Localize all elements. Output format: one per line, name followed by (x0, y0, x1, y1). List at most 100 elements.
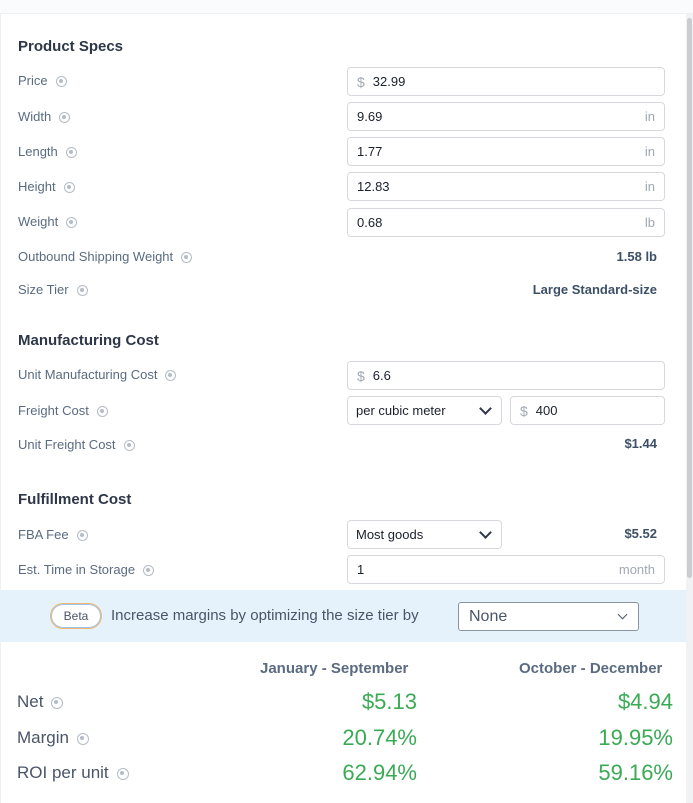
weight-label-text: Weight (18, 214, 59, 229)
unit-freight-cost-label: Unit Freight Cost (18, 437, 135, 452)
length-unit: in (644, 144, 655, 159)
help-icon[interactable] (76, 530, 88, 541)
fba-fee-value: $5.52 (624, 526, 657, 541)
roi-value-oct-dec: 59.16% (598, 760, 673, 785)
top-strip (0, 0, 693, 14)
height-value: 12.83 (357, 179, 390, 194)
margin-value-jan-sep: 20.74% (342, 725, 417, 750)
fba-fee-label-text: FBA Fee (18, 527, 69, 542)
roi-value-jan-sep: 62.94% (342, 760, 417, 785)
net-label-text: Net (17, 692, 44, 711)
help-icon[interactable] (51, 697, 64, 709)
net-value-jan-sep: $5.13 (361, 689, 417, 714)
margin-label: Margin (17, 728, 89, 748)
help-icon[interactable] (76, 285, 88, 296)
unit-manufacturing-cost-input[interactable]: $ 6.6 (347, 361, 665, 390)
height-label: Height (18, 179, 75, 194)
outbound-shipping-weight-text: Outbound Shipping Weight (18, 249, 174, 264)
width-unit: in (644, 109, 655, 124)
size-tier-label: Size Tier (18, 282, 88, 297)
width-value: 9.69 (357, 109, 383, 124)
length-label-text: Length (18, 144, 58, 159)
freight-basis-select[interactable]: per cubic meter (347, 396, 502, 425)
optimizer-selected: None (469, 607, 508, 625)
chevron-down-icon (617, 609, 628, 620)
help-icon[interactable] (181, 252, 193, 263)
optimizer-select[interactable]: None (458, 602, 639, 631)
freight-cost-label: Freight Cost (18, 403, 108, 418)
storage-time-input[interactable]: 1 month (347, 555, 665, 584)
roi-label-text: ROI per unit (17, 763, 109, 782)
margin-value-oct-dec: 19.95% (598, 725, 673, 750)
unit-freight-cost-text: Unit Freight Cost (18, 437, 116, 452)
freight-basis-value: per cubic meter (356, 403, 446, 418)
net-value-oct-dec: $4.94 (617, 689, 673, 714)
width-label: Width (18, 109, 71, 124)
roi-label: ROI per unit (17, 763, 129, 783)
beta-badge: Beta (50, 603, 102, 629)
unit-manufacturing-cost-value: 6.6 (372, 368, 391, 383)
help-icon[interactable] (165, 370, 177, 381)
size-tier-label-text: Size Tier (18, 282, 69, 297)
column-header-jan-sep: January - September (260, 660, 409, 677)
help-icon[interactable] (55, 76, 67, 87)
price-label: Price (18, 73, 67, 88)
fba-category-value: Most goods (356, 527, 424, 542)
size-tier-optimizer-bar: Beta Increase margins by optimizing the … (0, 590, 686, 642)
currency-symbol: $ (357, 73, 365, 90)
help-icon[interactable] (59, 112, 71, 123)
storage-time-label-text: Est. Time in Storage (18, 562, 136, 577)
unit-manufacturing-cost-text: Unit Manufacturing Cost (18, 367, 158, 382)
weight-value: 0.68 (357, 215, 383, 230)
help-icon[interactable] (123, 440, 135, 451)
size-tier-value: Large Standard-size (532, 282, 657, 297)
help-icon[interactable] (76, 733, 89, 745)
width-input[interactable]: 9.69 in (347, 102, 665, 131)
optimizer-text: Increase margins by optimizing the size … (111, 607, 419, 624)
help-icon[interactable] (66, 217, 78, 228)
manufacturing-cost-title: Manufacturing Cost (18, 332, 159, 349)
height-unit: in (644, 179, 655, 194)
unit-freight-cost-value: $1.44 (624, 436, 657, 451)
chevron-down-icon (479, 402, 492, 415)
height-input[interactable]: 12.83 in (347, 172, 665, 201)
fba-fee-label: FBA Fee (18, 527, 88, 542)
outbound-shipping-weight-value: 1.58 lb (616, 249, 657, 264)
fulfillment-cost-title: Fulfillment Cost (18, 491, 132, 508)
column-header-oct-dec: October - December (519, 660, 663, 677)
fba-category-select[interactable]: Most goods (347, 520, 502, 549)
unit-manufacturing-cost-label: Unit Manufacturing Cost (18, 367, 177, 382)
weight-unit: lb (644, 215, 655, 230)
price-value: 32.99 (372, 74, 406, 89)
calculator-panel: Product Specs Price $ 32.99 Width 9.69 i… (0, 14, 686, 803)
help-icon[interactable] (116, 768, 129, 780)
currency-symbol: $ (520, 402, 528, 419)
help-icon[interactable] (65, 147, 77, 158)
length-label: Length (18, 144, 77, 159)
length-value: 1.77 (357, 144, 383, 159)
scrollbar[interactable] (686, 14, 693, 803)
outbound-shipping-weight-label: Outbound Shipping Weight (18, 249, 193, 264)
help-icon[interactable] (143, 565, 155, 576)
currency-symbol: $ (357, 367, 365, 384)
height-label-text: Height (18, 179, 56, 194)
width-label-text: Width (18, 109, 52, 124)
help-icon[interactable] (63, 182, 75, 193)
price-label-text: Price (18, 73, 48, 88)
storage-time-label: Est. Time in Storage (18, 562, 155, 577)
freight-cost-value: 400 (535, 403, 558, 418)
storage-time-unit: month (618, 562, 655, 577)
scrollbar-thumb[interactable] (687, 18, 692, 578)
price-input[interactable]: $ 32.99 (347, 67, 665, 96)
product-specs-title: Product Specs (18, 38, 124, 55)
freight-cost-input[interactable]: $ 400 (510, 396, 665, 425)
freight-cost-label-text: Freight Cost (18, 403, 89, 418)
chevron-down-icon (479, 526, 492, 539)
weight-label: Weight (18, 214, 78, 229)
weight-input[interactable]: 0.68 lb (347, 208, 665, 237)
net-label: Net (17, 692, 64, 712)
margin-label-text: Margin (17, 728, 69, 747)
length-input[interactable]: 1.77 in (347, 137, 665, 166)
storage-time-value: 1 (357, 562, 365, 577)
help-icon[interactable] (96, 406, 108, 417)
